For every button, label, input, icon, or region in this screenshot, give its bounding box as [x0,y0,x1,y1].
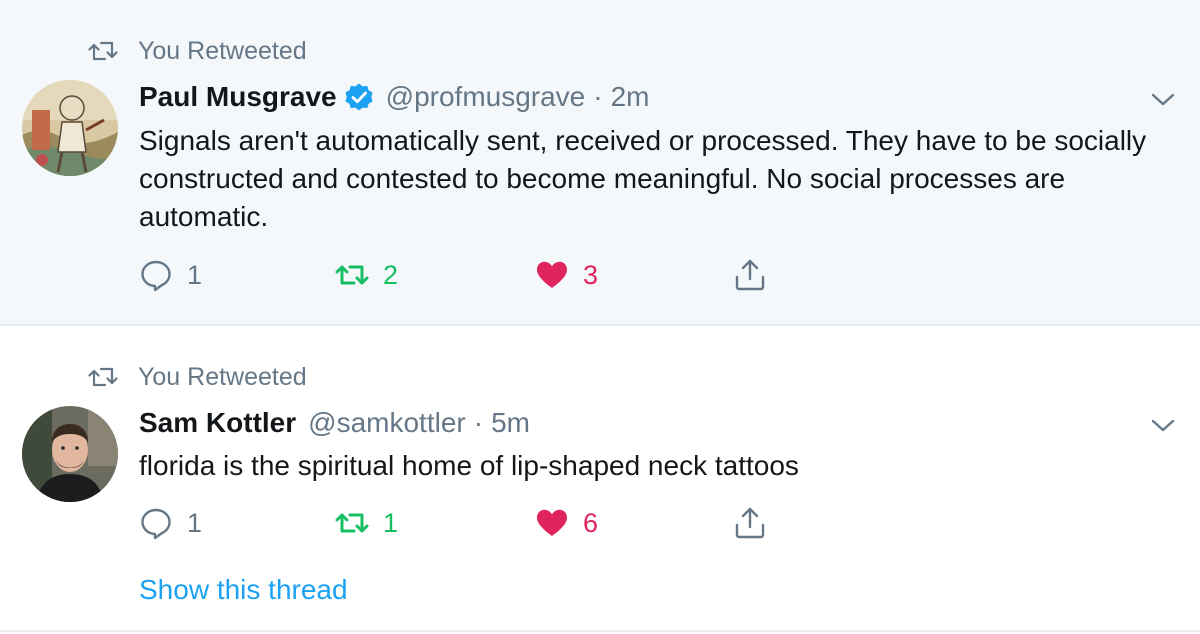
separator-dot: · [473,407,484,438]
tweet-timestamp[interactable]: 5m [491,407,530,439]
reply-count: 1 [187,507,203,538]
reply-button[interactable]: 1 [139,503,202,543]
author-handle[interactable]: @samkottler [308,407,466,439]
tweet-actions: 1 1 6 [139,503,779,543]
retweet-icon [335,265,369,285]
retweet-button[interactable]: 1 [335,503,398,543]
retweet-context-label: You Retweeted [138,362,307,391]
reply-icon [141,260,171,292]
reply-button[interactable]: 1 [139,255,202,295]
reply-icon [141,508,171,540]
avatar-image [22,80,118,176]
retweet-icon [88,367,118,387]
author-handle[interactable]: @profmusgrave [386,81,586,113]
retweet-button[interactable]: 2 [335,255,398,295]
tweet-card[interactable]: You Retweeted Sam Kottler @samkottler · … [0,326,1200,632]
tweet-actions: 1 2 3 [139,255,779,295]
heart-icon [537,261,567,288]
retweet-icon [335,513,369,533]
avatar[interactable] [22,80,118,176]
tweet-text: florida is the spiritual home of lip-sha… [139,450,799,481]
like-count: 3 [583,259,599,290]
like-button[interactable]: 6 [535,503,598,543]
author-name[interactable]: Sam Kottler [139,407,296,439]
tweet-timestamp[interactable]: 2m [611,81,650,113]
like-button[interactable]: 3 [535,255,598,295]
share-icon [735,507,765,539]
retweet-count: 1 [383,507,399,538]
avatar[interactable] [22,406,118,502]
separator-dot: · [593,81,603,112]
tweet-text: Signals aren't automatically sent, recei… [139,125,1147,232]
retweet-context: You Retweeted [88,36,307,66]
share-icon [735,259,765,291]
heart-icon [537,509,567,536]
retweet-count: 2 [383,259,399,290]
retweet-context: You Retweeted [88,362,307,392]
share-button[interactable] [733,503,767,543]
chevron-down-icon[interactable] [1150,92,1176,108]
tweet-header: Paul Musgrave @profmusgrave · 2m [139,79,649,115]
retweet-context-label: You Retweeted [138,36,307,65]
chevron-down-icon[interactable] [1150,418,1176,434]
avatar-image [22,406,118,502]
tweet-card[interactable]: You Retweeted Paul Musgrave @profmusgrav… [0,0,1200,326]
like-count: 6 [583,507,599,538]
reply-count: 1 [187,259,203,290]
retweet-icon [88,41,118,61]
author-name[interactable]: Paul Musgrave [139,81,337,113]
tweet-header: Sam Kottler @samkottler · 5m [139,405,530,441]
share-button[interactable] [733,255,767,295]
verified-badge-icon [345,83,373,111]
show-thread-link[interactable]: Show this thread [139,574,348,606]
